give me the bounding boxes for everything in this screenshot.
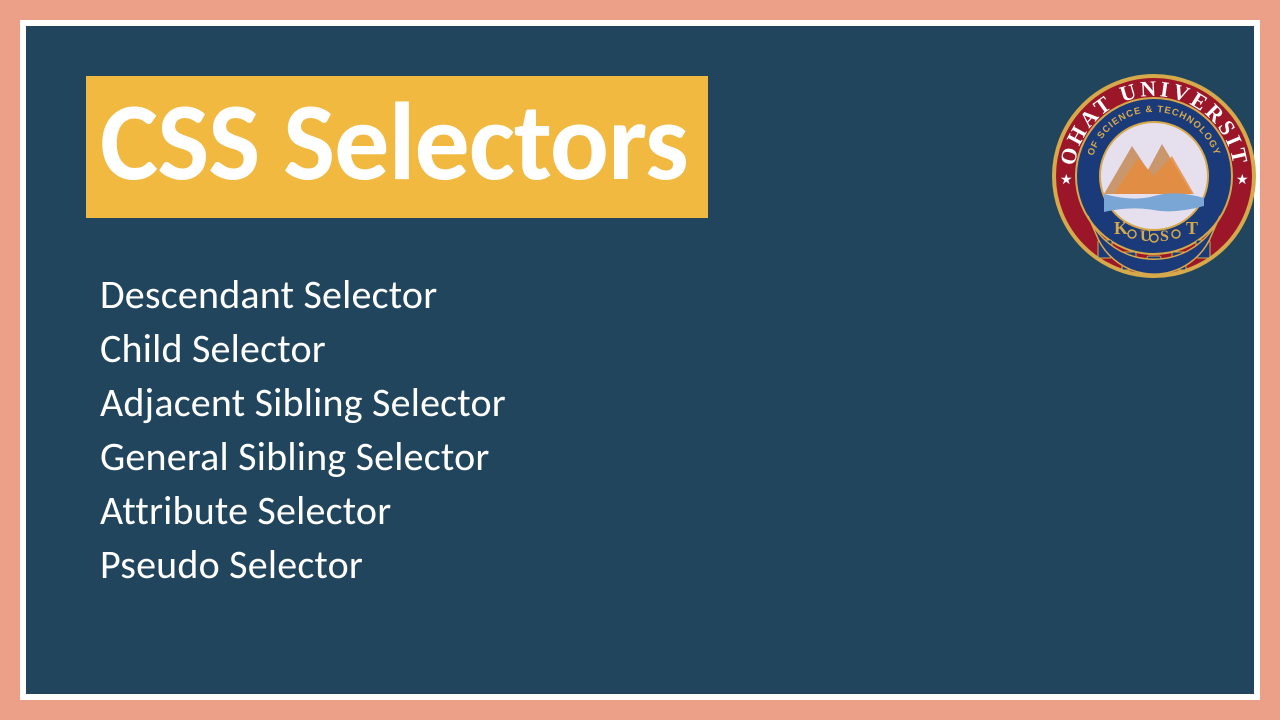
slide-title: CSS Selectors: [86, 76, 708, 218]
svg-text:S: S: [1160, 228, 1169, 245]
svg-text:U: U: [1140, 228, 1152, 245]
university-seal-icon: K U S T KOHAT UNIVERSITY OF SCIENCE & TE…: [1044, 66, 1264, 286]
list-item: General Sibling Selector: [100, 430, 1194, 484]
list-item: Attribute Selector: [100, 484, 1194, 538]
list-item: Adjacent Sibling Selector: [100, 376, 1194, 430]
svg-text:T: T: [1186, 218, 1198, 238]
slide-frame: CSS Selectors Descendant Selector Child …: [20, 20, 1260, 700]
list-item: Descendant Selector: [100, 268, 1194, 322]
university-logo: K U S T KOHAT UNIVERSITY OF SCIENCE & TE…: [1044, 66, 1264, 286]
list-item: Pseudo Selector: [100, 538, 1194, 592]
svg-text:★: ★: [1060, 171, 1073, 188]
slide: CSS Selectors Descendant Selector Child …: [26, 26, 1254, 694]
list-item: Child Selector: [100, 322, 1194, 376]
svg-text:★: ★: [1236, 171, 1249, 188]
svg-text:K: K: [1114, 218, 1128, 238]
selector-list: Descendant Selector Child Selector Adjac…: [100, 268, 1194, 592]
